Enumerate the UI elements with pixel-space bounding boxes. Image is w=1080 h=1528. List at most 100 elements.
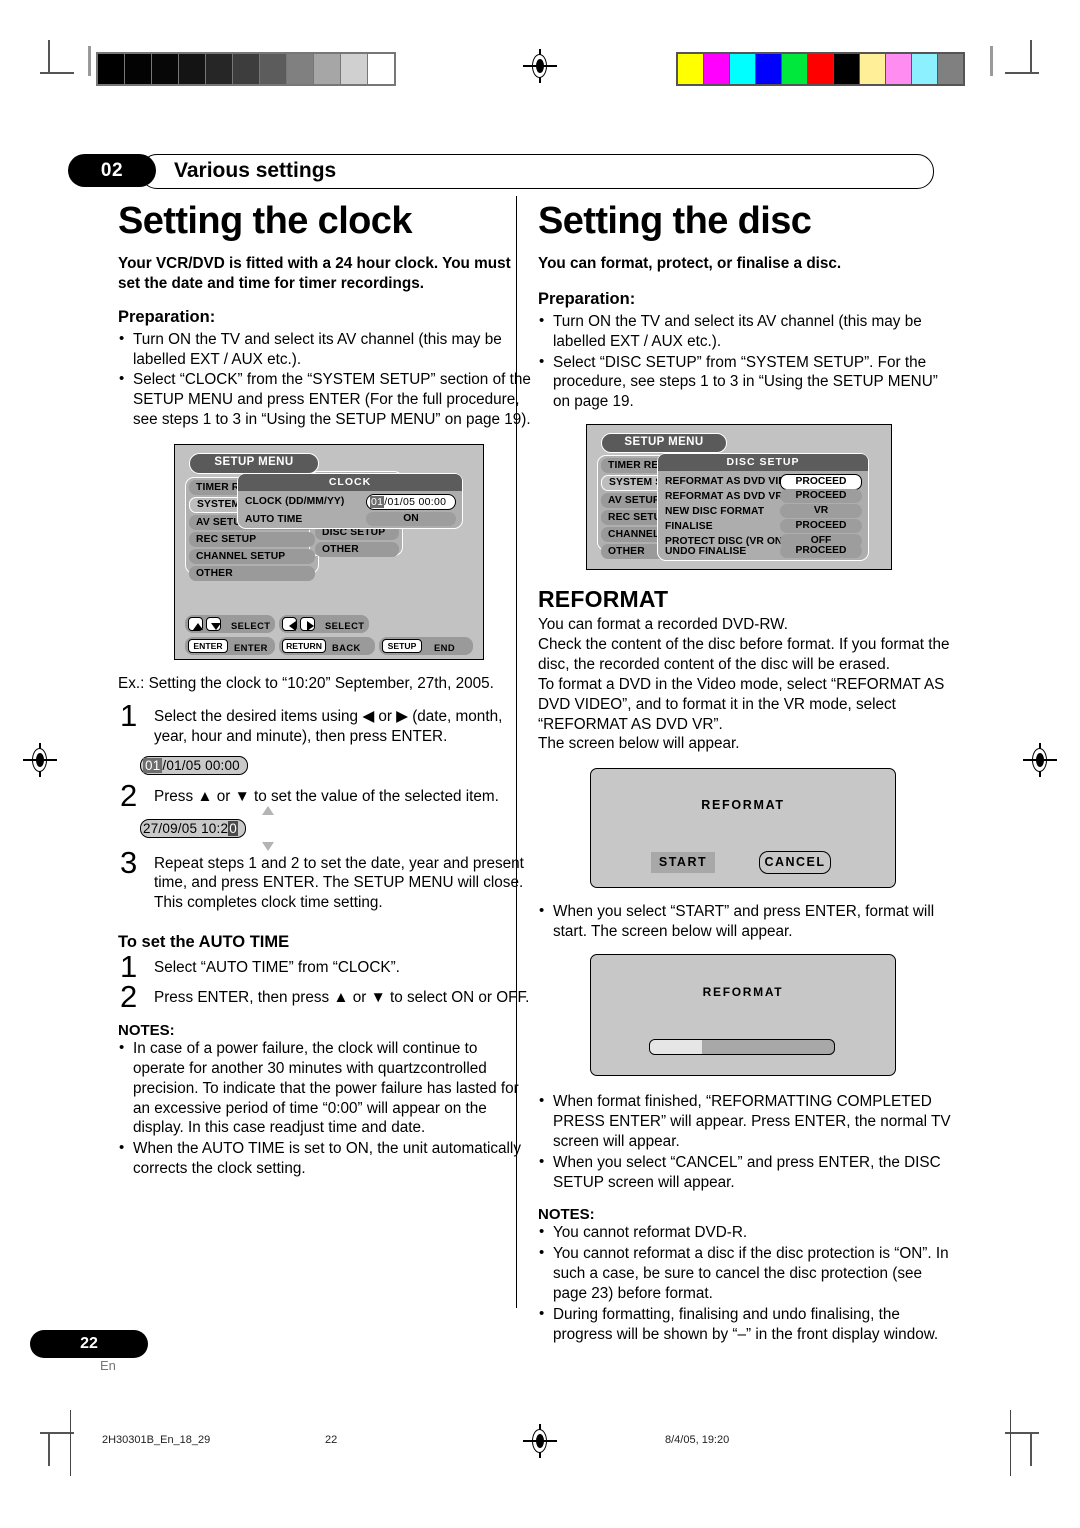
disc-row-label-undo-finalise: UNDO FINALISE xyxy=(665,546,747,558)
left-preparation-list: Turn ON the TV and select its AV channel… xyxy=(118,329,531,430)
footer-file-name: 2H30301B_En_18_29 xyxy=(102,1434,211,1446)
disc-setup-overlay-title: DISC SETUP xyxy=(658,454,868,472)
guide-key-return[interactable]: RETURN xyxy=(282,639,326,654)
greyscale-patch xyxy=(314,54,340,84)
right-preparation-list: Turn ON the TV and select its AV channel… xyxy=(538,311,951,413)
clock-value-rest: /01/05 00:00 xyxy=(384,496,447,509)
list-item: Select “DISC SETUP” from “SYSTEM SETUP”.… xyxy=(538,352,951,413)
guide-key-left[interactable] xyxy=(282,617,297,632)
step-3-text: Repeat steps 1 and 2 to set the date, ye… xyxy=(154,854,524,912)
crop-mark-top-left-v xyxy=(48,40,50,74)
menu-item-rec-setup[interactable]: REC SETUP xyxy=(189,532,315,548)
autotime-step-1: 1 Select “AUTO TIME” from “CLOCK”. xyxy=(118,951,531,982)
left-preparation-label: Preparation: xyxy=(118,307,216,326)
crop-mark-bottom-left-v xyxy=(48,1432,50,1466)
guide-key-down[interactable] xyxy=(206,617,221,632)
greyscale-patch xyxy=(260,54,286,84)
disc-row-value-new-disc-format[interactable]: VR xyxy=(780,504,862,519)
guide-label-enter: ENTER xyxy=(234,642,268,654)
greyscale-patch xyxy=(287,54,313,84)
list-item: When the AUTO TIME is set to ON, the uni… xyxy=(118,1138,531,1179)
start-button[interactable]: START xyxy=(651,852,715,874)
clock-value-field[interactable]: 01/01/05 00:00 xyxy=(366,494,456,511)
registration-target-bottom xyxy=(523,1424,557,1458)
clock-value-highlight: 01 xyxy=(370,496,385,509)
step-2-text: Press ▲ or ▼ to set the value of the sel… xyxy=(154,787,499,805)
color-patch xyxy=(834,54,859,84)
disc-row-label-finalise: FINALISE xyxy=(665,521,713,533)
clock-row-label: CLOCK (DD/MM/YY) xyxy=(245,496,345,508)
color-patch xyxy=(678,54,703,84)
list-item: When you select “START” and press ENTER,… xyxy=(538,901,951,942)
chapter-header: 02 Various settings xyxy=(68,154,934,189)
down-arrow-icon xyxy=(211,623,221,631)
step-3-number: 3 xyxy=(120,844,138,880)
right-section-title: Setting the disc xyxy=(538,200,812,242)
right-notes-list: You cannot reformat DVD-R. You cannot re… xyxy=(538,1222,951,1345)
progress-bar-fill xyxy=(650,1040,702,1055)
guide-key-enter[interactable]: ENTER xyxy=(188,639,228,654)
guide-key-up[interactable] xyxy=(188,617,203,632)
page-number-badge: 22 xyxy=(30,1330,148,1358)
right-lead-text: You can format, protect, or finalise a d… xyxy=(538,254,842,272)
step-2: 2 Press ▲ or ▼ to set the value of the s… xyxy=(118,780,531,811)
color-patch xyxy=(704,54,729,84)
disc-row-value-undo-finalise[interactable]: PROCEED xyxy=(780,544,862,559)
menu-item-channel-setup[interactable]: CHANNEL SETUP xyxy=(189,549,315,565)
right-arrow-icon xyxy=(307,620,314,631)
greyscale-patch xyxy=(206,54,232,84)
right-mid-bullets: When you select “START” and press ENTER,… xyxy=(538,901,951,942)
clock-pill-step1: 01/01/05 00:00 xyxy=(140,755,248,775)
autotime-step-2: 2 Press ENTER, then press ▲ or ▼ to sele… xyxy=(118,981,531,1012)
list-item: Turn ON the TV and select its AV channel… xyxy=(538,311,951,352)
color-patch xyxy=(730,54,755,84)
footer-timestamp: 8/4/05, 19:20 xyxy=(665,1434,730,1446)
clock-overlay-title: CLOCK xyxy=(238,474,462,492)
disc-row-value-finalise[interactable]: PROCEED xyxy=(780,519,862,534)
list-item: You cannot reformat DVD-R. xyxy=(538,1222,951,1243)
left-column: Setting the clock Your VCR/DVD is fitted… xyxy=(118,196,531,1180)
color-calibration-bar xyxy=(676,52,965,86)
step-1: 1 Select the desired items using ◀ or ▶ … xyxy=(118,700,531,747)
reformat-progress-title: REFORMAT xyxy=(702,985,784,1000)
color-patch xyxy=(808,54,833,84)
registration-target-top xyxy=(523,49,557,83)
guide-key-right[interactable] xyxy=(300,617,315,632)
left-notes-list: In case of a power failure, the clock wi… xyxy=(118,1038,531,1179)
disc-row-value-reformat-dvd-video[interactable]: PROCEED xyxy=(780,474,862,491)
registration-target-right xyxy=(1023,743,1057,777)
left-example-text: Ex.: Setting the clock to “10:20” Septem… xyxy=(118,675,494,693)
disc-row-value-reformat-dvd-vr[interactable]: PROCEED xyxy=(780,489,862,504)
clock-pill-step2-wrap: 27/09/05 10:20 xyxy=(140,805,274,851)
submenu-item-other[interactable]: OTHER xyxy=(315,542,399,558)
list-item: When format finished, “REFORMATTING COMP… xyxy=(538,1091,951,1152)
crop-mark-bottom-right-v xyxy=(1030,1432,1032,1466)
guide-label-end: END xyxy=(434,642,455,654)
autotime-value[interactable]: ON xyxy=(366,512,456,527)
color-patch xyxy=(912,54,937,84)
page-language: En xyxy=(100,1358,116,1373)
crop-mark-bottom-left-h xyxy=(40,1432,74,1434)
crop-mark-top-left-h xyxy=(40,72,74,74)
crop-mark-top-right-tick xyxy=(990,46,993,76)
list-item: During formatting, finalising and undo f… xyxy=(538,1304,951,1345)
list-item: Turn ON the TV and select its AV channel… xyxy=(118,329,531,370)
right-preparation-label: Preparation: xyxy=(538,289,636,308)
right-notes-label: NOTES: xyxy=(538,1206,595,1224)
color-patch xyxy=(886,54,911,84)
color-patch xyxy=(756,54,781,84)
clock-pill-step1-highlight: 01 xyxy=(143,757,163,773)
clock-pill-step1-wrap: 01/01/05 00:00 xyxy=(140,755,248,775)
right-end-bullets: When format finished, “REFORMATTING COMP… xyxy=(538,1091,951,1192)
autotime-heading: To set the AUTO TIME xyxy=(118,933,290,952)
guide-key-setup[interactable]: SETUP xyxy=(382,639,422,654)
setup-menu-tag: SETUP MENU xyxy=(601,433,727,454)
list-item: You cannot reformat a disc if the disc p… xyxy=(538,1243,951,1304)
menu-item-other[interactable]: OTHER xyxy=(189,566,315,582)
step-1-number: 1 xyxy=(120,697,138,733)
autotime-row-label: AUTO TIME xyxy=(245,514,303,526)
footer-rule-left xyxy=(70,1410,71,1476)
clock-setup-screen: SETUP MENU TIMER REC S SYSTEM SET AV SET… xyxy=(174,444,484,661)
reformat-dialog-title: REFORMAT xyxy=(701,798,785,813)
cancel-button[interactable]: CANCEL xyxy=(759,851,831,875)
